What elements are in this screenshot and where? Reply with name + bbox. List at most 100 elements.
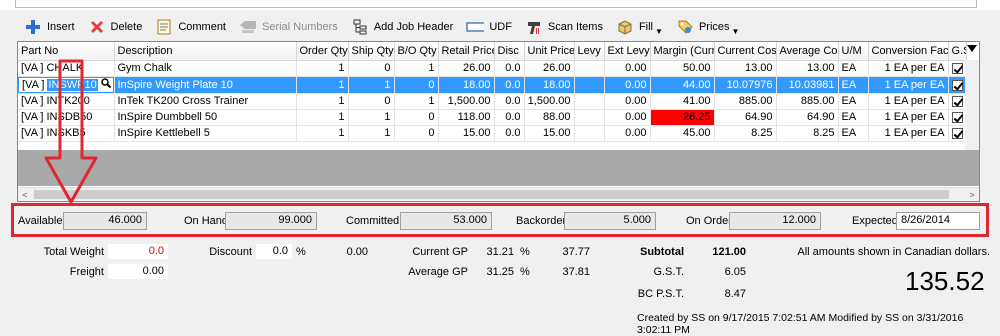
- total-weight-field[interactable]: 0.0: [108, 244, 168, 259]
- scan-items-button[interactable]: Scan Items: [519, 15, 610, 39]
- column-header[interactable]: Levy: [574, 42, 605, 61]
- order-qty-cell[interactable]: 1: [296, 76, 349, 94]
- scroll-left-icon[interactable]: <: [18, 188, 32, 201]
- disc-cell[interactable]: 0.0: [494, 76, 525, 94]
- um-cell[interactable]: EA: [838, 125, 869, 142]
- unit-price-cell[interactable]: 26.00: [524, 60, 575, 77]
- um-cell[interactable]: EA: [838, 76, 869, 94]
- unit-price-cell[interactable]: 1,500.00: [524, 93, 575, 110]
- margin-cell[interactable]: 44.00: [650, 76, 715, 94]
- table-row[interactable]: [VA ] INSKB5 InSpire Kettlebell 5 1 1 0 …: [18, 125, 967, 142]
- column-header[interactable]: Description: [114, 42, 297, 61]
- table-row-selected[interactable]: [VA ] INSWP10 InSpire Weight Plate 10 1 …: [18, 76, 967, 94]
- ship-qty-cell[interactable]: 1: [348, 125, 395, 142]
- levy-cell[interactable]: [574, 109, 605, 126]
- search-icon[interactable]: [100, 78, 111, 91]
- unit-price-cell[interactable]: 18.00: [524, 76, 575, 94]
- unit-price-cell[interactable]: 15.00: [524, 125, 575, 142]
- disc-cell[interactable]: 0.0: [494, 109, 525, 126]
- conversion-factor-cell[interactable]: 1 EA per EA: [868, 76, 949, 94]
- gst-checkbox[interactable]: [951, 96, 963, 107]
- column-header[interactable]: Retail Price: [438, 42, 495, 61]
- column-header[interactable]: Ext Levy: [604, 42, 651, 61]
- levy-cell[interactable]: [574, 60, 605, 77]
- current-cost-cell[interactable]: 8.25: [714, 125, 777, 142]
- ship-qty-cell[interactable]: 1: [348, 76, 395, 94]
- um-cell[interactable]: EA: [838, 60, 869, 77]
- table-row[interactable]: [VA ] CHALK Gym Chalk 1 0 1 26.00 0.0 26…: [18, 60, 967, 77]
- column-header[interactable]: G.S.T.: [948, 42, 967, 61]
- gst-checkbox[interactable]: [951, 63, 963, 74]
- gst-checkbox[interactable]: [951, 79, 963, 91]
- um-cell[interactable]: EA: [838, 93, 869, 110]
- conversion-factor-cell[interactable]: 1 EA per EA: [868, 93, 949, 110]
- retail-price-cell[interactable]: 1,500.00: [438, 93, 495, 110]
- column-header[interactable]: Conversion Factor: [868, 42, 949, 61]
- serial-numbers-button[interactable]: Serial Numbers: [233, 15, 345, 39]
- fill-dropdown[interactable]: Fill ▼: [610, 15, 670, 39]
- table-row[interactable]: [VA ] INTK200 InTek TK200 Cross Trainer …: [18, 93, 967, 110]
- ext-levy-cell[interactable]: 0.00: [604, 60, 651, 77]
- ext-levy-cell[interactable]: 0.00: [604, 125, 651, 142]
- margin-cell[interactable]: 41.00: [650, 93, 715, 110]
- um-cell[interactable]: EA: [838, 109, 869, 126]
- ship-qty-cell[interactable]: 0: [348, 93, 395, 110]
- part-no-cell[interactable]: [VA ] CHALK: [18, 60, 115, 77]
- column-chooser-icon[interactable]: [967, 45, 977, 52]
- scroll-right-icon[interactable]: >: [965, 188, 979, 201]
- delete-button[interactable]: Delete: [82, 15, 150, 39]
- table-row[interactable]: [VA ] INSDB50 InSpire Dumbbell 50 1 1 0 …: [18, 109, 967, 126]
- margin-cell-alert[interactable]: 26.25: [650, 109, 715, 126]
- levy-cell[interactable]: [574, 93, 605, 110]
- retail-price-cell[interactable]: 18.00: [438, 76, 495, 94]
- gst-cell[interactable]: [948, 60, 967, 77]
- horizontal-scrollbar[interactable]: < >: [18, 187, 979, 201]
- current-cost-cell[interactable]: 13.00: [714, 60, 777, 77]
- udf-button[interactable]: UDF: [460, 15, 519, 39]
- description-cell[interactable]: Gym Chalk: [114, 60, 297, 77]
- column-header[interactable]: Current Cost: [714, 42, 777, 61]
- order-qty-cell[interactable]: 1: [296, 60, 349, 77]
- bo-qty-cell[interactable]: 1: [394, 93, 439, 110]
- current-cost-cell[interactable]: 64.90: [714, 109, 777, 126]
- bo-qty-cell[interactable]: 0: [394, 76, 439, 94]
- gst-cell[interactable]: [948, 125, 967, 142]
- part-no-cell[interactable]: [VA ] INSKB5: [18, 125, 115, 142]
- average-cost-cell[interactable]: 64.90: [776, 109, 839, 126]
- gst-cell[interactable]: [948, 76, 967, 94]
- average-cost-cell[interactable]: 10.03981: [776, 76, 839, 94]
- ship-qty-cell[interactable]: 1: [348, 109, 395, 126]
- levy-cell[interactable]: [574, 125, 605, 142]
- bo-qty-cell[interactable]: 0: [394, 109, 439, 126]
- column-header[interactable]: U/M: [838, 42, 869, 61]
- column-header[interactable]: Disc: [494, 42, 525, 61]
- freight-field[interactable]: 0.00: [108, 264, 168, 279]
- part-no-input[interactable]: INSWP10: [47, 78, 98, 91]
- average-cost-cell[interactable]: 8.25: [776, 125, 839, 142]
- part-no-editor[interactable]: [VA ] INSWP10: [18, 76, 113, 92]
- description-cell[interactable]: InSpire Kettlebell 5: [114, 125, 297, 142]
- part-no-cell[interactable]: [VA ] INSDB50: [18, 109, 115, 126]
- unit-price-cell[interactable]: 88.00: [524, 109, 575, 126]
- retail-price-cell[interactable]: 15.00: [438, 125, 495, 142]
- current-cost-cell[interactable]: 10.07976: [714, 76, 777, 94]
- description-cell[interactable]: InSpire Weight Plate 10: [114, 76, 297, 94]
- disc-cell[interactable]: 0.0: [494, 93, 525, 110]
- discount-pct-field[interactable]: 0.0: [256, 244, 292, 259]
- description-cell[interactable]: InTek TK200 Cross Trainer: [114, 93, 297, 110]
- retail-price-cell[interactable]: 118.00: [438, 109, 495, 126]
- vertical-scrollbar[interactable]: [965, 60, 979, 150]
- ext-levy-cell[interactable]: 0.00: [604, 93, 651, 110]
- margin-cell[interactable]: 50.00: [650, 60, 715, 77]
- part-no-cell[interactable]: [VA ] INTK200: [18, 93, 115, 110]
- order-qty-cell[interactable]: 1: [296, 93, 349, 110]
- average-cost-cell[interactable]: 885.00: [776, 93, 839, 110]
- column-header[interactable]: Part No: [18, 42, 115, 61]
- column-header[interactable]: Order Qty: [296, 42, 349, 61]
- part-no-cell-editing[interactable]: [VA ] INSWP10: [18, 76, 115, 94]
- ext-levy-cell[interactable]: 0.00: [604, 109, 651, 126]
- conversion-factor-cell[interactable]: 1 EA per EA: [868, 60, 949, 77]
- column-header[interactable]: B/O Qty: [394, 42, 439, 61]
- disc-cell[interactable]: 0.0: [494, 60, 525, 77]
- gst-checkbox[interactable]: [951, 112, 963, 123]
